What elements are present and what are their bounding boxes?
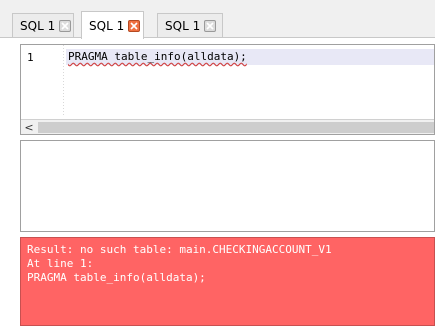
line-number-gutter: 1: [21, 45, 66, 117]
horizontal-scrollbar[interactable]: <: [21, 119, 434, 134]
tab-bar: SQL 1 SQL 1 SQL 1: [0, 0, 435, 39]
sql-editor[interactable]: 1 PRAGMA table_info(alldata); <: [20, 44, 435, 135]
tab-label: SQL 1: [20, 18, 56, 33]
results-panel: [20, 140, 435, 232]
scrollbar-thumb[interactable]: [38, 122, 434, 133]
scroll-left-button[interactable]: <: [21, 120, 37, 134]
error-message-panel: Result: no such table: main.CHECKINGACCO…: [20, 237, 435, 326]
code-line-1[interactable]: PRAGMA table_info(alldata);: [68, 50, 247, 63]
close-icon[interactable]: [204, 19, 217, 32]
error-message-line: At line 1:: [27, 257, 94, 270]
tab-label: SQL 1: [165, 18, 201, 33]
tab-sql-3[interactable]: SQL 1: [157, 13, 223, 37]
code-area[interactable]: PRAGMA table_info(alldata);: [66, 45, 434, 117]
tab-label: SQL 1: [89, 18, 125, 33]
close-icon[interactable]: [59, 19, 72, 32]
tab-sql-1[interactable]: SQL 1: [12, 13, 74, 37]
error-message-line: Result: no such table: main.CHECKINGACCO…: [27, 243, 332, 256]
tab-bar-divider: [0, 37, 435, 38]
tab-sql-2-active[interactable]: SQL 1: [81, 11, 144, 39]
close-icon[interactable]: [128, 19, 141, 32]
error-message-line: PRAGMA table_info(alldata);: [27, 271, 206, 284]
